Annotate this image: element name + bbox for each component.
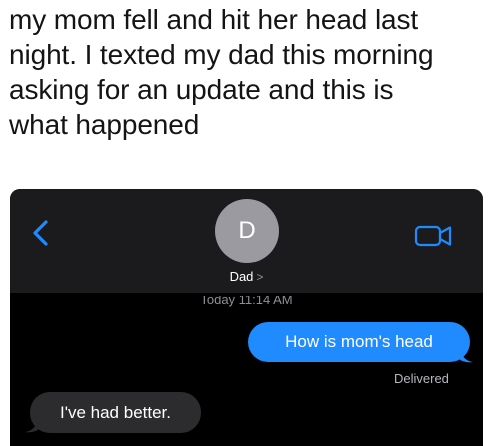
contact-avatar[interactable]: D [215,199,279,263]
tweet-caption: my mom fell and hit her head last night.… [9,4,434,140]
outgoing-bubble-tail [459,347,473,363]
messages-screenshot: D Dad > Today 11:14 AM How is mom's head … [10,189,483,446]
conversation-header: D Dad > [10,189,483,293]
incoming-message-bubble[interactable]: I've had better. [30,392,201,433]
facetime-button[interactable] [414,223,454,249]
delivered-status: Delivered [394,371,449,386]
chevron-right-icon: > [256,270,264,284]
back-button[interactable] [30,219,52,247]
message-timestamp: Today 11:14 AM [200,296,293,307]
video-camera-icon [414,225,452,247]
avatar-initial: D [238,217,256,244]
outgoing-message-bubble[interactable]: How is mom's head [248,322,470,362]
incoming-bubble-tail [25,417,39,433]
contact-name-row[interactable]: Dad > [10,269,483,284]
contact-name: Dad [229,269,254,284]
chevron-left-icon [33,220,48,246]
